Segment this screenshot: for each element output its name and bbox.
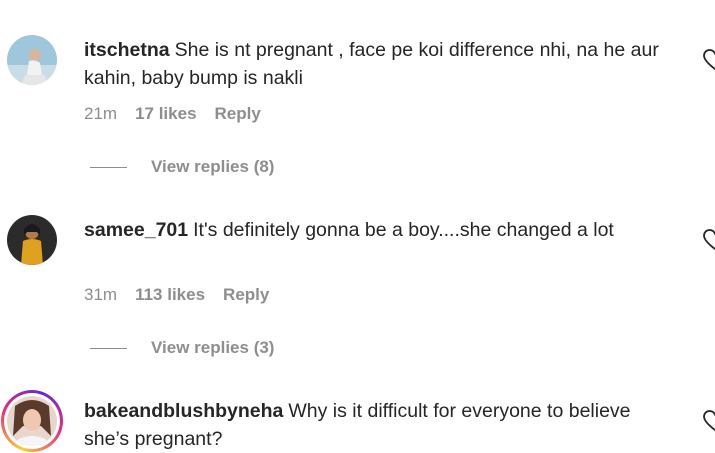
reply-button[interactable]: Reply [215,104,261,124]
comment-username[interactable]: bakeandblushbyneha [84,400,283,422]
story-ring[interactable] [1,390,63,452]
view-replies-button[interactable]: View replies (8) [90,157,274,177]
reply-button[interactable]: Reply [223,285,269,305]
comment-username[interactable]: itschetna [84,39,170,61]
comment-time: 31m [84,285,118,304]
heart-outline-icon[interactable] [703,229,715,251]
comment-body: bakeandblushbyneha Why is it difficult fo… [84,397,674,453]
comment-likes[interactable]: 113 likes [135,285,205,305]
comment-meta: 31m 113 likes Reply [84,285,269,305]
comment-text: She is nt pregnant , face pe koi differe… [84,39,659,89]
heart-outline-icon[interactable] [703,49,715,71]
user-avatar-photo-icon [7,396,57,446]
comment-body: itschetna She is nt pregnant , face pe ko… [84,36,674,92]
view-replies-label: View replies (3) [151,338,275,357]
divider-line [90,166,127,168]
view-replies-label: View replies (8) [151,157,275,176]
comment-likes[interactable]: 17 likes [135,104,196,124]
comment-body: samee_701 It's definitely gonna be a boy.… [84,216,674,244]
avatar[interactable] [7,396,57,446]
view-replies-button[interactable]: View replies (3) [90,338,274,358]
user-avatar-photo-icon [7,215,57,265]
divider-line [90,347,127,349]
comment-meta: 21m 17 likes Reply [84,104,261,124]
heart-outline-icon[interactable] [703,410,715,432]
comment-time: 21m [84,104,118,123]
comment-text: It's definitely gonna be a boy....she ch… [193,219,614,241]
comment-username[interactable]: samee_701 [84,219,188,241]
avatar[interactable] [7,35,57,85]
user-avatar-photo-icon [7,35,57,85]
avatar[interactable] [7,215,57,265]
